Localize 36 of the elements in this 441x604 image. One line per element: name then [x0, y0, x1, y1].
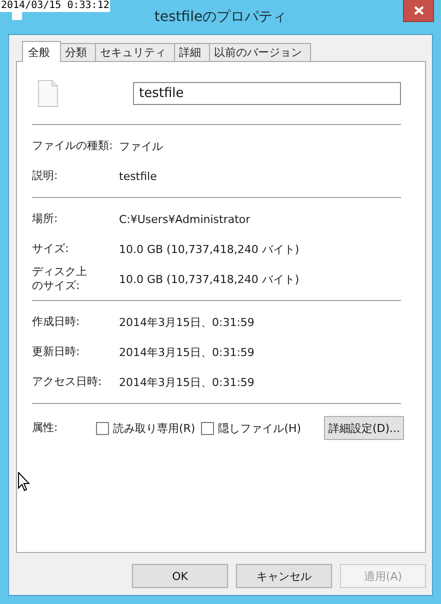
- checkbox-label[interactable]: 隠しファイル(H): [218, 420, 302, 436]
- field-value: 2014年3月15日、0:31:59: [119, 314, 254, 330]
- field-value: testfile: [119, 170, 157, 182]
- dialog-button[interactable]: キャンセル: [236, 564, 332, 588]
- checkbox-label[interactable]: 読み取り専用(R): [113, 420, 196, 436]
- tab[interactable]: 以前のバージョン: [209, 43, 311, 61]
- tab[interactable]: 分類: [60, 43, 96, 61]
- field-label: 作成日時:: [32, 315, 81, 329]
- field-label: 更新日時:: [32, 345, 81, 359]
- tab[interactable]: セキュリティ: [95, 43, 175, 61]
- field-value: 10.0 GB (10,737,418,240 バイト): [119, 272, 300, 286]
- field-label: 場所:: [32, 212, 59, 226]
- checkbox[interactable]: [96, 422, 109, 434]
- file-name-field[interactable]: testfile: [133, 82, 401, 104]
- field-label: ディスク上: [32, 265, 87, 279]
- timestamp: 2014/03/15 0:33:12: [0, 0, 110, 12]
- advanced-button[interactable]: 詳細設定(D)...: [324, 416, 404, 440]
- tab[interactable]: 全般: [22, 41, 61, 62]
- tab[interactable]: 詳細: [174, 43, 210, 61]
- field-value: ファイル: [119, 138, 163, 154]
- dialog-button[interactable]: OK: [132, 564, 228, 588]
- field-label: ファイルの種類:: [32, 139, 114, 153]
- field-label: アクセス日時:: [32, 375, 103, 389]
- checkbox[interactable]: [201, 422, 214, 434]
- window-title: testfileのプロパティ: [154, 8, 287, 26]
- field-value: 10.0 GB (10,737,418,240 バイト): [119, 242, 300, 256]
- field-label: 属性:: [32, 421, 59, 435]
- field-value: 2014年3月15日、0:31:59: [119, 344, 254, 360]
- file-icon: [38, 80, 58, 106]
- close-button[interactable]: [403, 0, 434, 22]
- field-label: 説明:: [32, 169, 59, 183]
- field-label: サイズ:: [32, 242, 70, 256]
- field-value: C:¥Users¥Administrator: [119, 212, 250, 226]
- field-value: 2014年3月15日、0:31:59: [119, 374, 254, 390]
- field-label: のサイズ:: [32, 279, 80, 293]
- close-icon: [414, 6, 424, 15]
